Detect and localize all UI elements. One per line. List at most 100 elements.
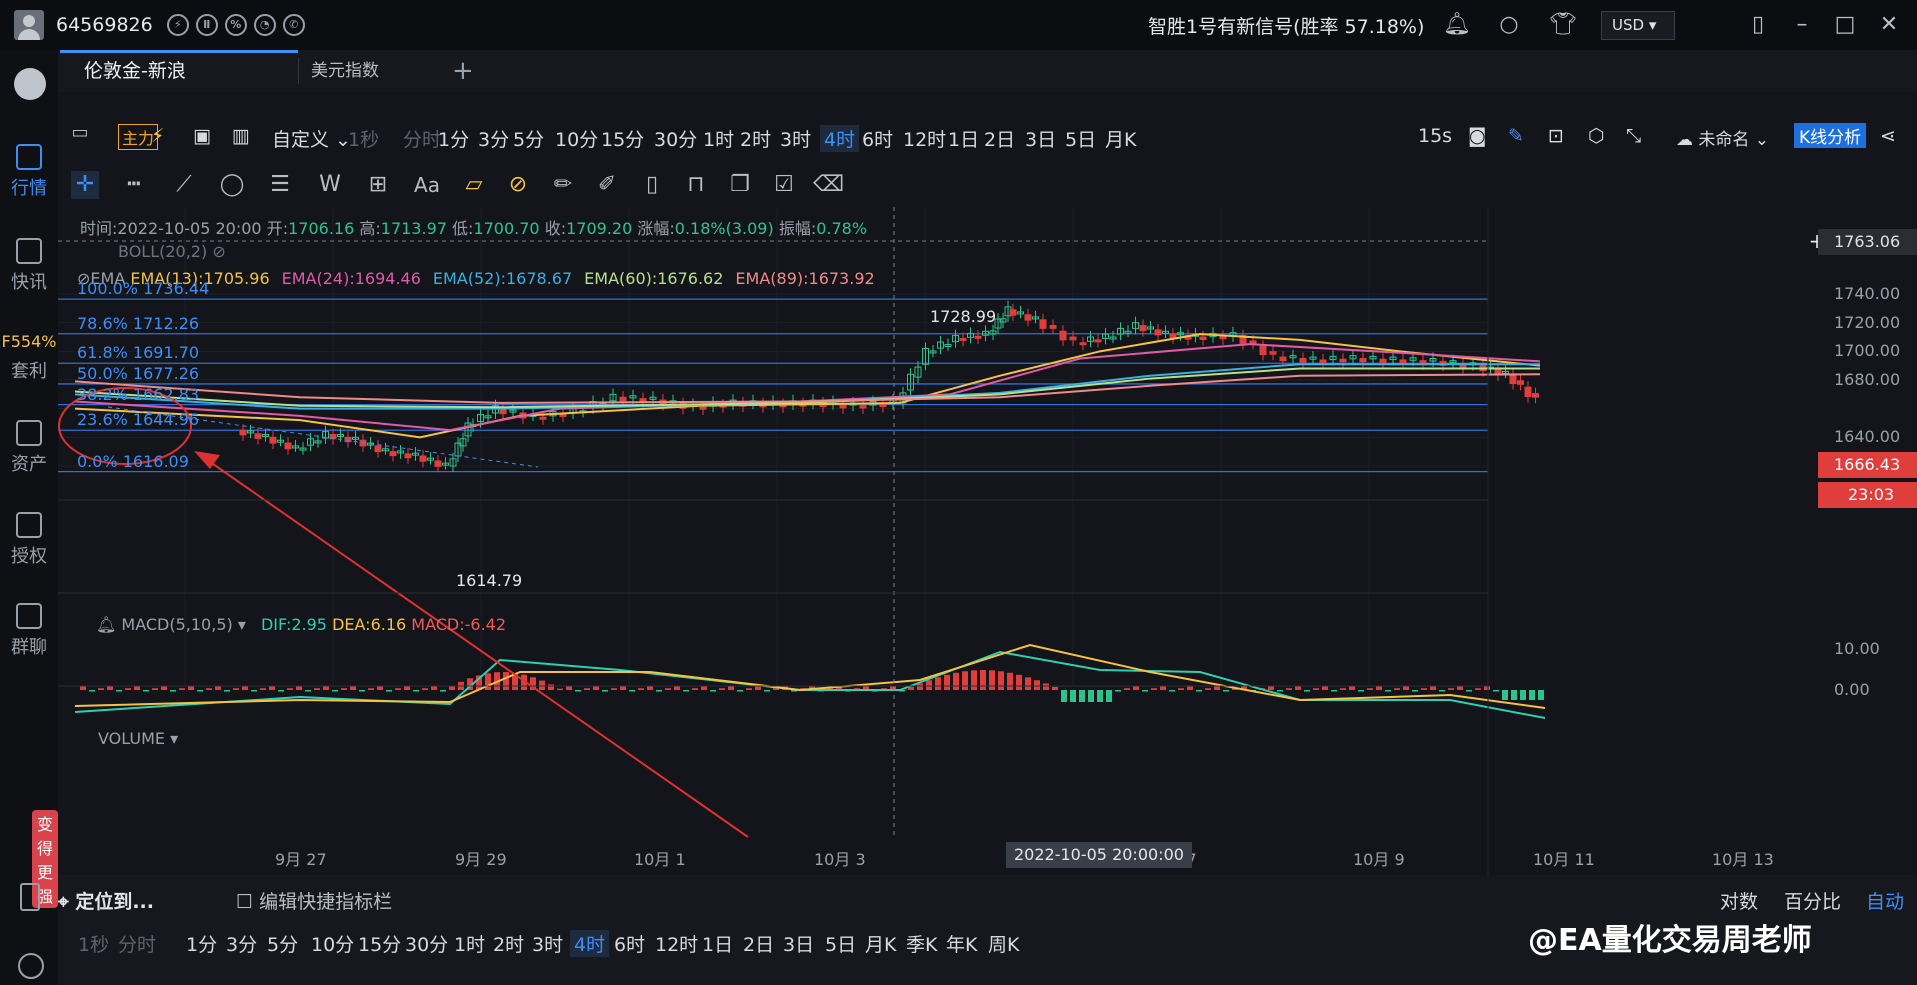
add-tab-icon[interactable]: + <box>452 50 474 92</box>
measure-ruler-icon[interactable]: ✏ <box>549 171 577 199</box>
bell-icon[interactable]: 🔔︎ <box>96 615 116 634</box>
timeframe-7[interactable]: 30分 <box>654 125 697 152</box>
bottom-timeframe-10[interactable]: 3时 <box>532 930 563 957</box>
timeframe-9[interactable]: 2时 <box>740 125 771 152</box>
bottom-timeframe-19[interactable]: 季K <box>906 930 937 957</box>
timeframe-5[interactable]: 10分 <box>555 125 598 152</box>
bottom-timeframe-15[interactable]: 2日 <box>743 930 774 957</box>
wave-tool-icon[interactable]: W <box>316 171 344 199</box>
timeframe-3[interactable]: 3分 <box>478 125 509 152</box>
add-window-icon[interactable]: ⊡ <box>1548 125 1564 147</box>
shrink-icon[interactable]: ⤡ <box>1626 125 1641 147</box>
currency-select[interactable]: USD ▾ <box>1601 11 1675 40</box>
pen-icon[interactable]: ✎ <box>1508 125 1524 147</box>
layout-icon[interactable]: ▯ <box>1745 12 1771 38</box>
timeframe-2[interactable]: 1分 <box>438 125 469 152</box>
signal-notice[interactable]: 智胜1号有新信号(胜率 57.18%) <box>1148 12 1424 39</box>
tablet-icon[interactable] <box>20 883 40 911</box>
timeframe-0[interactable]: 1秒 <box>348 125 379 152</box>
trash-icon[interactable]: ⌫ <box>813 171 844 199</box>
camera-icon[interactable]: ◙ <box>1468 125 1486 147</box>
timeframe-16[interactable]: 3日 <box>1025 125 1056 152</box>
channel-tool-icon[interactable]: ☰ <box>266 171 294 199</box>
timeframe-1[interactable]: 分时 <box>403 125 441 152</box>
eye-off-icon[interactable]: ⊘ <box>212 242 225 261</box>
timeframe-11[interactable]: 4时 <box>820 125 860 152</box>
timeframe-13[interactable]: 12时 <box>903 125 946 152</box>
ellipse-tool-icon[interactable]: ◯ <box>218 171 246 199</box>
volume-indicator[interactable]: VOLUME ▾ <box>98 729 178 748</box>
sidebar-item-chat[interactable]: 群聊 <box>0 603 58 659</box>
brush-tool-icon[interactable]: ✐ <box>593 171 621 199</box>
timeframe-18[interactable]: 月K <box>1105 125 1136 152</box>
timeframe-14[interactable]: 1日 <box>948 125 979 152</box>
pause-icon[interactable]: Ⅱ <box>195 14 218 36</box>
sidebar-item-assets[interactable]: 资产 <box>0 420 58 476</box>
bottom-timeframe-20[interactable]: 年K <box>946 930 977 957</box>
timeframe-6[interactable]: 15分 <box>601 125 644 152</box>
sidebar-item-news[interactable]: 快讯 <box>0 238 58 294</box>
close-icon[interactable]: ✕ <box>1876 12 1902 38</box>
phone-icon[interactable]: ✆ <box>282 14 305 36</box>
bottom-timeframe-21[interactable]: 周K <box>988 930 1019 957</box>
share-icon[interactable]: ⋖ <box>1880 125 1896 147</box>
text-tool-icon[interactable]: Aa <box>413 171 441 199</box>
timeframe-8[interactable]: 1时 <box>703 125 734 152</box>
magnet-tool-icon[interactable]: ⊘ <box>504 171 532 199</box>
bottom-timeframe-4[interactable]: 5分 <box>267 930 298 957</box>
scale-auto[interactable]: 自动 <box>1866 887 1904 914</box>
bottom-timeframe-11[interactable]: 4时 <box>570 930 610 957</box>
timeframe-15[interactable]: 2日 <box>984 125 1015 152</box>
shirt-icon[interactable]: 👕︎ <box>1549 12 1577 38</box>
layout-grid-icon[interactable]: ▥ <box>232 125 250 147</box>
minimize-icon[interactable]: – <box>1789 12 1815 38</box>
scale-log[interactable]: 对数 <box>1720 887 1758 914</box>
hline-tool-icon[interactable]: ┅ <box>120 171 148 199</box>
bottom-timeframe-5[interactable]: 10分 <box>311 930 354 957</box>
hex-settings-icon[interactable]: ⬡ <box>1588 125 1605 147</box>
custom-dropdown[interactable]: 自定义 ⌄ <box>272 125 351 152</box>
timeframe-4[interactable]: 5分 <box>513 125 544 152</box>
kline-analysis-button[interactable]: K线分析 <box>1794 123 1867 148</box>
bottom-timeframe-2[interactable]: 1分 <box>186 930 217 957</box>
bottom-timeframe-6[interactable]: 15分 <box>358 930 401 957</box>
lock-tool-icon[interactable]: ⊓ <box>682 171 710 199</box>
bottom-timeframe-8[interactable]: 1时 <box>454 930 485 957</box>
sidebar-item-market[interactable]: 行情 <box>0 144 58 200</box>
measure-tool-icon[interactable]: ⊞ <box>364 171 392 199</box>
copy-tool-icon[interactable]: ❐ <box>726 171 754 199</box>
edit-shortcut-button[interactable]: ☐ 编辑快捷指标栏 <box>236 887 392 914</box>
candle-tool-icon[interactable]: ▯ <box>638 171 666 199</box>
search-icon[interactable]: ○ <box>1496 12 1522 38</box>
dropdown-icon[interactable]: ▾ <box>238 615 246 634</box>
avatar[interactable] <box>14 10 44 40</box>
chart-type-icon[interactable]: ▭ <box>66 119 94 147</box>
bottom-timeframe-13[interactable]: 12时 <box>655 930 698 957</box>
sidebar-item-arbitrage[interactable]: F554% 套利 <box>0 332 58 383</box>
crosshair-tool-icon[interactable]: ✛ <box>71 171 99 199</box>
bottom-timeframe-12[interactable]: 6时 <box>614 930 645 957</box>
bottom-timeframe-7[interactable]: 30分 <box>405 930 448 957</box>
flash-icon[interactable]: ⚡ <box>166 14 189 36</box>
tab-london-gold[interactable]: 伦敦金-新浪 <box>84 50 186 92</box>
tab-usd-index[interactable]: 美元指数 <box>311 50 379 92</box>
bottom-timeframe-16[interactable]: 3日 <box>783 930 814 957</box>
timeframe-10[interactable]: 3时 <box>780 125 811 152</box>
maximize-icon[interactable]: □ <box>1832 12 1858 38</box>
timeframe-12[interactable]: 6时 <box>862 125 893 152</box>
edit-tool-icon[interactable]: ☑ <box>770 171 798 199</box>
ruler-tool-icon[interactable]: ▱ <box>460 171 488 199</box>
interval-label[interactable]: 15s <box>1418 125 1452 147</box>
cloud-template-dropdown[interactable]: ☁ 未命名 ⌄ <box>1676 125 1769 150</box>
lightning-icon[interactable]: ⚡ <box>151 125 164 147</box>
locate-button[interactable]: ⌖ 定位到... <box>58 887 154 914</box>
briefcase-icon[interactable]: ▣ <box>193 125 211 147</box>
sidebar-item-authorize[interactable]: 授权 <box>0 512 58 568</box>
gauge-icon[interactable]: ◔ <box>253 14 276 36</box>
bottom-timeframe-1[interactable]: 分时 <box>118 930 156 957</box>
bottom-timeframe-3[interactable]: 3分 <box>226 930 257 957</box>
bell-icon[interactable]: 🔔︎ <box>1443 12 1471 38</box>
settings-icon[interactable] <box>18 953 44 979</box>
boll-indicator[interactable]: BOLL(20,2) ⊘ <box>118 242 226 261</box>
bottom-timeframe-0[interactable]: 1秒 <box>78 930 109 957</box>
